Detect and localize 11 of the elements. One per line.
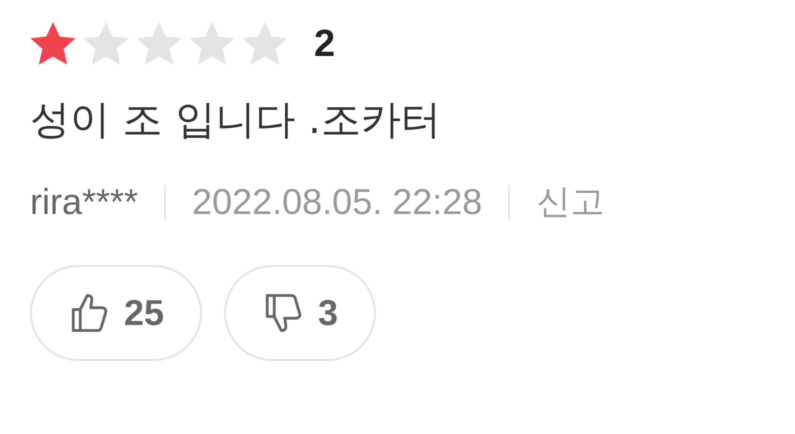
star-icon (242, 22, 288, 66)
star-icon (189, 22, 235, 66)
author-name: rira**** (30, 181, 138, 223)
review-date: 2022.08.05. 22:28 (192, 181, 482, 223)
review-text: 성이 조 입니다 .조카터 (30, 96, 442, 145)
dislike-button[interactable]: 3 (224, 265, 376, 361)
star-icon (136, 22, 182, 66)
rating-score: 2 (314, 22, 336, 66)
star-icon (83, 22, 129, 66)
star-icon (30, 22, 76, 66)
like-button[interactable]: 25 (30, 265, 202, 361)
